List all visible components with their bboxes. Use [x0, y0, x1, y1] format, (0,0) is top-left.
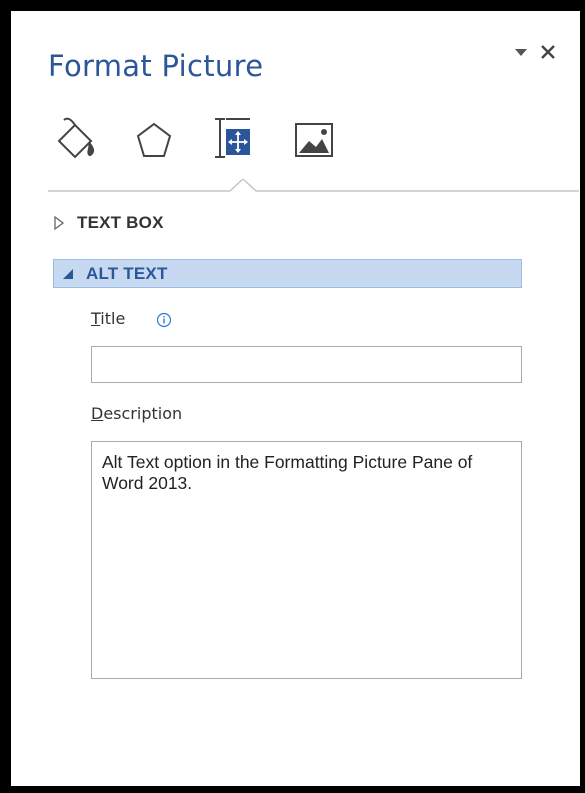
section-alt-text[interactable]: ALT TEXT: [53, 259, 522, 288]
dropdown-triangle-icon: [515, 49, 527, 56]
pentagon-icon: [136, 122, 172, 157]
close-icon: [541, 45, 555, 59]
tab-fill-line[interactable]: [55, 115, 99, 165]
title-label: Title: [91, 309, 126, 328]
picture-icon: [295, 123, 333, 157]
tab-selection-indicator: [48, 179, 579, 203]
info-icon[interactable]: [156, 312, 172, 328]
section-text-box[interactable]: TEXT BOX: [51, 209, 531, 237]
description-label: Description: [91, 404, 183, 423]
section-alt-text-label: ALT TEXT: [86, 263, 168, 283]
title-field[interactable]: [91, 346, 522, 383]
pane-title: Format Picture: [48, 49, 264, 83]
tab-effects[interactable]: [132, 115, 176, 165]
close-button[interactable]: [538, 41, 558, 63]
pane-options-button[interactable]: [513, 43, 529, 63]
paint-bucket-icon: [57, 117, 95, 159]
tab-size-properties[interactable]: [210, 115, 254, 165]
tab-picture[interactable]: [293, 115, 337, 165]
collapse-triangle-icon: [60, 266, 76, 282]
section-text-box-label: TEXT BOX: [77, 213, 164, 232]
expand-triangle-icon: [51, 215, 67, 231]
layout-size-icon: [215, 118, 250, 158]
format-picture-pane: Format Picture TEXT BOX ALT TEXT Title D…: [11, 11, 580, 786]
description-field[interactable]: Alt Text option in the Formatting Pictur…: [91, 441, 522, 679]
window-frame: Format Picture TEXT BOX ALT TEXT Title D…: [0, 0, 585, 793]
